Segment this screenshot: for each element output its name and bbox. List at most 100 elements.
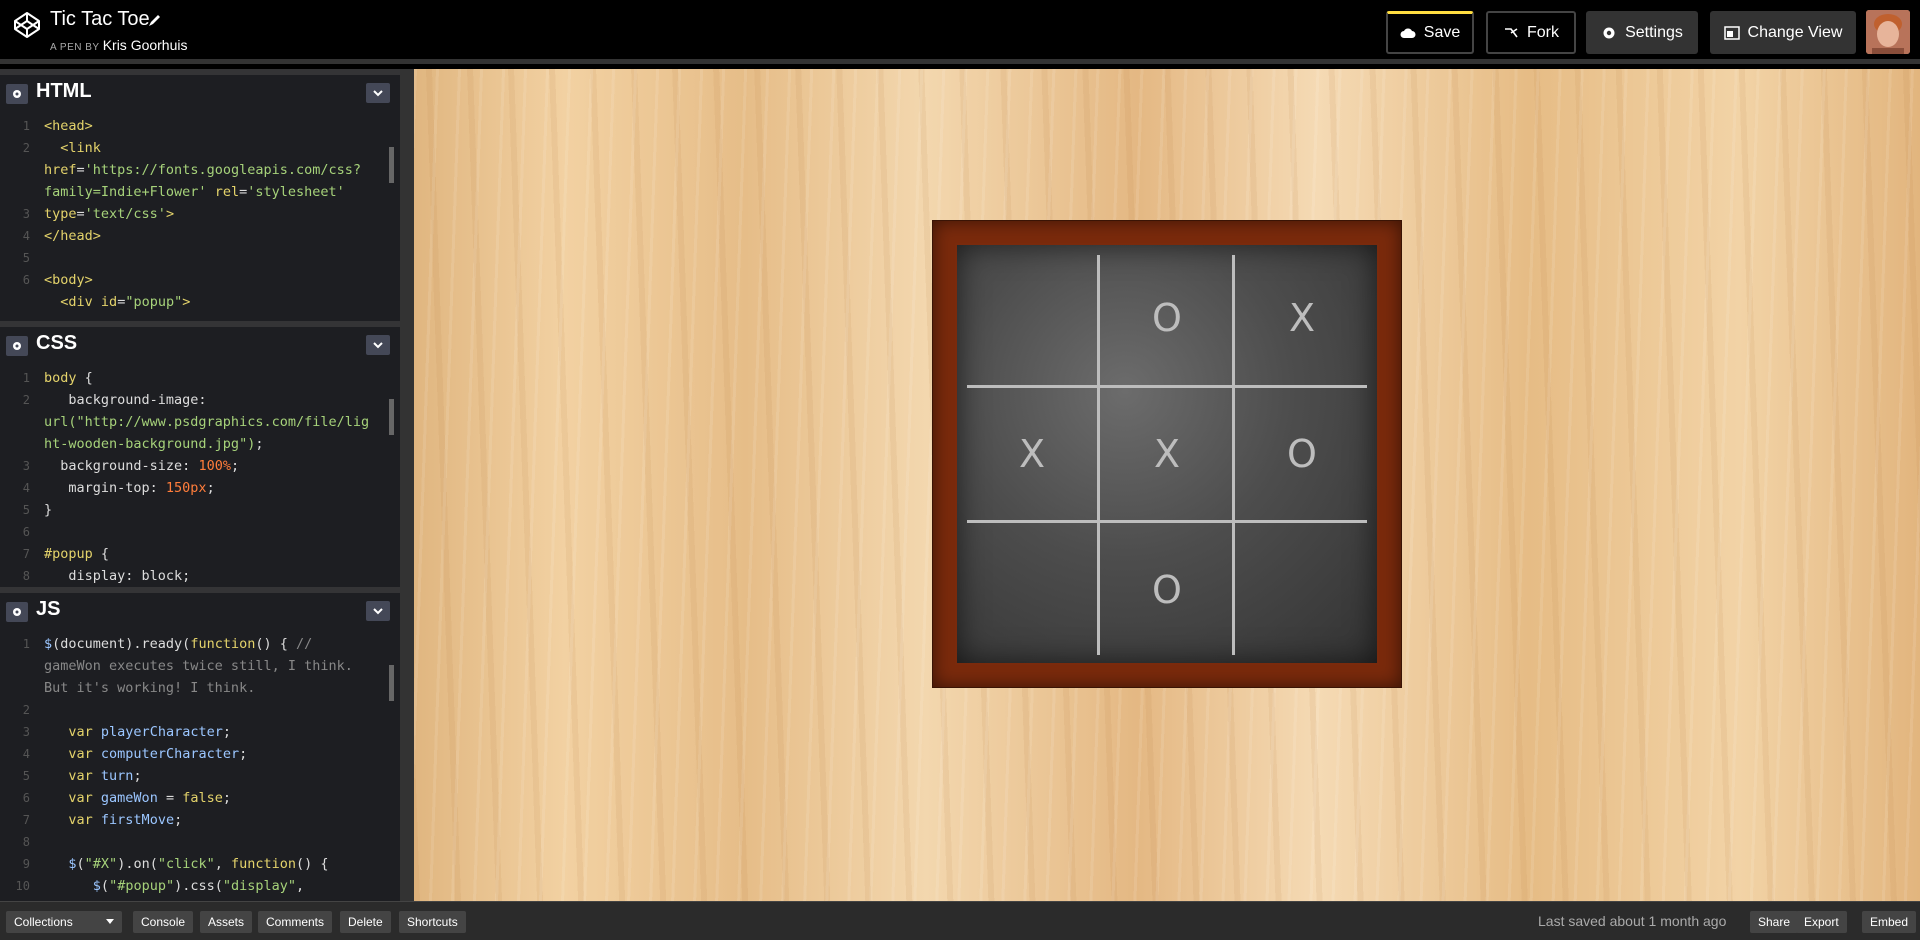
author-link[interactable]: Kris Goorhuis [103,37,188,53]
code-line: #popup { [44,546,110,562]
pen-title[interactable]: Tic Tac Toe [50,8,150,31]
export-button[interactable]: Export [1796,911,1847,933]
html-editor-title: HTML [36,80,92,102]
code-line: ht-wooden-background.jpg"); [44,436,264,452]
css-editor-title: CSS [36,332,78,354]
code-line: <link [60,140,101,156]
board-cell[interactable] [1235,523,1369,657]
code-line: family=Indie+Flower' rel='stylesheet' [44,184,345,200]
layout-icon [1723,25,1740,40]
code-line: $("#popup").css("display", [92,878,305,894]
board-frame: O X X X O O [932,220,1402,688]
js-settings-button[interactable] [6,602,28,622]
js-code-area[interactable]: 1 2 3 4 5 6 7 8 9 10 $(document).ready(f… [0,625,400,901]
js-editor-title: JS [36,598,61,620]
line-number: 4 [22,747,30,761]
line-number: 6 [22,525,30,539]
board-cell[interactable]: X [1100,387,1234,521]
line-number: 5 [22,769,30,783]
codepen-logo-icon[interactable] [12,10,42,40]
board-cell[interactable]: X [965,387,1099,521]
code-line: var gameWon = false; [68,790,231,806]
line-number: 10 [15,879,30,893]
cloud-icon [1400,28,1416,38]
user-avatar[interactable] [1866,10,1910,54]
css-code: body { background-image: url("http://www… [44,367,382,587]
css-settings-button[interactable] [6,336,28,356]
line-number: 4 [22,229,30,243]
gear-icon [13,342,21,350]
board-cell[interactable]: O [1100,523,1234,657]
assets-button[interactable]: Assets [200,911,253,933]
line-number: 9 [22,857,30,871]
js-scrollbar[interactable] [389,665,394,701]
chevron-down-icon [373,342,383,349]
line-number: 6 [22,791,30,805]
html-editor-header: HTML [0,69,400,107]
share-button[interactable]: Share [1750,911,1799,933]
html-settings-button[interactable] [6,84,28,104]
board-cell[interactable]: O [1100,251,1234,385]
code-line: var computerCharacter; [68,746,248,762]
comments-button[interactable]: Comments [258,911,333,933]
line-number [0,655,36,677]
code-line: } [44,502,53,518]
html-collapse-button[interactable] [366,83,390,103]
editors-resize-handle[interactable] [400,69,414,901]
html-editor: HTML 1 2 3 4 5 6 <head> <link href='http… [0,69,400,321]
html-scrollbar[interactable] [389,147,394,183]
code-line: background-size: 100%; [44,458,240,474]
board-cell[interactable]: X [1235,251,1369,385]
line-number: 4 [22,481,30,495]
js-code: $(document).ready(function() { // gameWo… [44,633,382,897]
line-number [0,411,36,433]
fork-label: Fork [1527,23,1559,41]
code-line: display: block; [44,568,191,584]
board-cell[interactable] [965,251,1099,385]
console-button[interactable]: Console [133,911,194,933]
embed-button[interactable]: Embed [1862,911,1917,933]
js-collapse-button[interactable] [366,601,390,621]
board-cell[interactable] [965,523,1099,657]
gear-icon [13,90,21,98]
last-saved-status: Last saved about 1 month ago [1538,913,1727,929]
collections-dropdown[interactable]: Collections [6,911,122,933]
line-number [0,677,36,699]
css-line-numbers: 1 2 3 4 5 6 7 8 [0,367,36,587]
line-number: 3 [22,459,30,473]
fork-button[interactable]: Fork [1486,11,1576,54]
delete-button[interactable]: Delete [340,911,391,933]
css-code-area[interactable]: 1 2 3 4 5 6 7 8 body { background-image:… [0,359,400,587]
code-line: href='https://fonts.googleapis.com/css? [44,162,361,178]
shortcuts-button[interactable]: Shortcuts [399,911,466,933]
caret-down-icon [106,919,114,924]
code-line: margin-top: 150px; [44,480,215,496]
line-number [0,181,36,203]
change-view-button[interactable]: Change View [1710,11,1856,54]
save-label: Save [1423,24,1461,41]
collections-label: Collections [14,915,73,929]
line-number: 2 [22,703,30,717]
html-line-numbers: 1 2 3 4 5 6 [0,115,36,291]
change-view-label: Change View [1747,23,1843,41]
code-line: url("http://www.psdgraphics.com/file/lig [44,414,370,430]
line-number: 6 [22,273,30,287]
save-button[interactable]: Save [1386,11,1474,54]
code-line: <div id="popup"> [60,294,191,310]
js-editor: JS 1 2 3 4 5 6 7 8 9 10 $(document).read… [0,587,400,901]
settings-button[interactable]: Settings [1586,11,1698,54]
line-number: 1 [22,637,30,651]
pencil-icon[interactable] [147,12,163,28]
footer-bar: Collections Console Assets Comments Dele… [0,901,1920,940]
html-code-area[interactable]: 1 2 3 4 5 6 <head> <link href='https://f… [0,107,400,321]
header: Tic Tac Toe A PEN BY Kris Goorhuis Save … [0,0,1920,64]
css-scrollbar[interactable] [389,399,394,435]
css-collapse-button[interactable] [366,335,390,355]
board-cell[interactable]: O [1235,387,1369,521]
fork-icon [1505,27,1518,37]
preview-pane[interactable]: O X X X O O [414,69,1920,901]
line-number: 1 [22,119,30,133]
